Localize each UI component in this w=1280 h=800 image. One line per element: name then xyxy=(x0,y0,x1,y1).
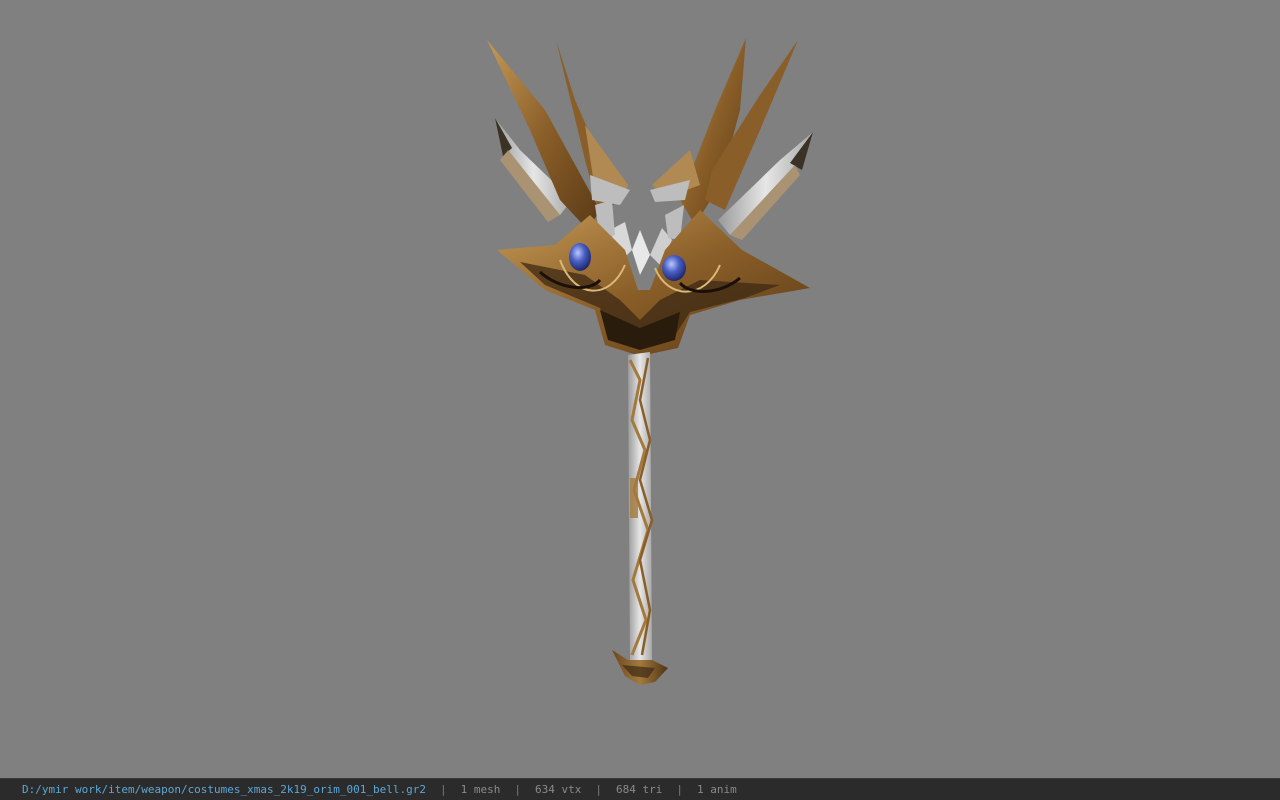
3d-viewport[interactable] xyxy=(0,0,1280,778)
status-bar: D:/ymir work/item/weapon/costumes_xmas_2… xyxy=(0,778,1280,800)
status-separator: | xyxy=(514,783,521,796)
mesh-count-label: 1 mesh xyxy=(460,783,501,796)
mace-handle xyxy=(628,352,654,660)
status-separator: | xyxy=(439,783,447,796)
right-gem xyxy=(662,255,686,281)
mace-head xyxy=(497,210,810,356)
triangle-count-label: 684 tri xyxy=(615,783,663,796)
left-gem xyxy=(569,243,591,271)
status-separator: | xyxy=(595,783,602,796)
file-path-label: D:/ymir work/item/weapon/costumes_xmas_2… xyxy=(22,783,426,796)
vertex-count-label: 634 vtx xyxy=(534,783,582,796)
weapon-model-render xyxy=(487,38,813,685)
status-separator: | xyxy=(676,783,683,796)
anim-count-label: 1 anim xyxy=(696,783,737,796)
